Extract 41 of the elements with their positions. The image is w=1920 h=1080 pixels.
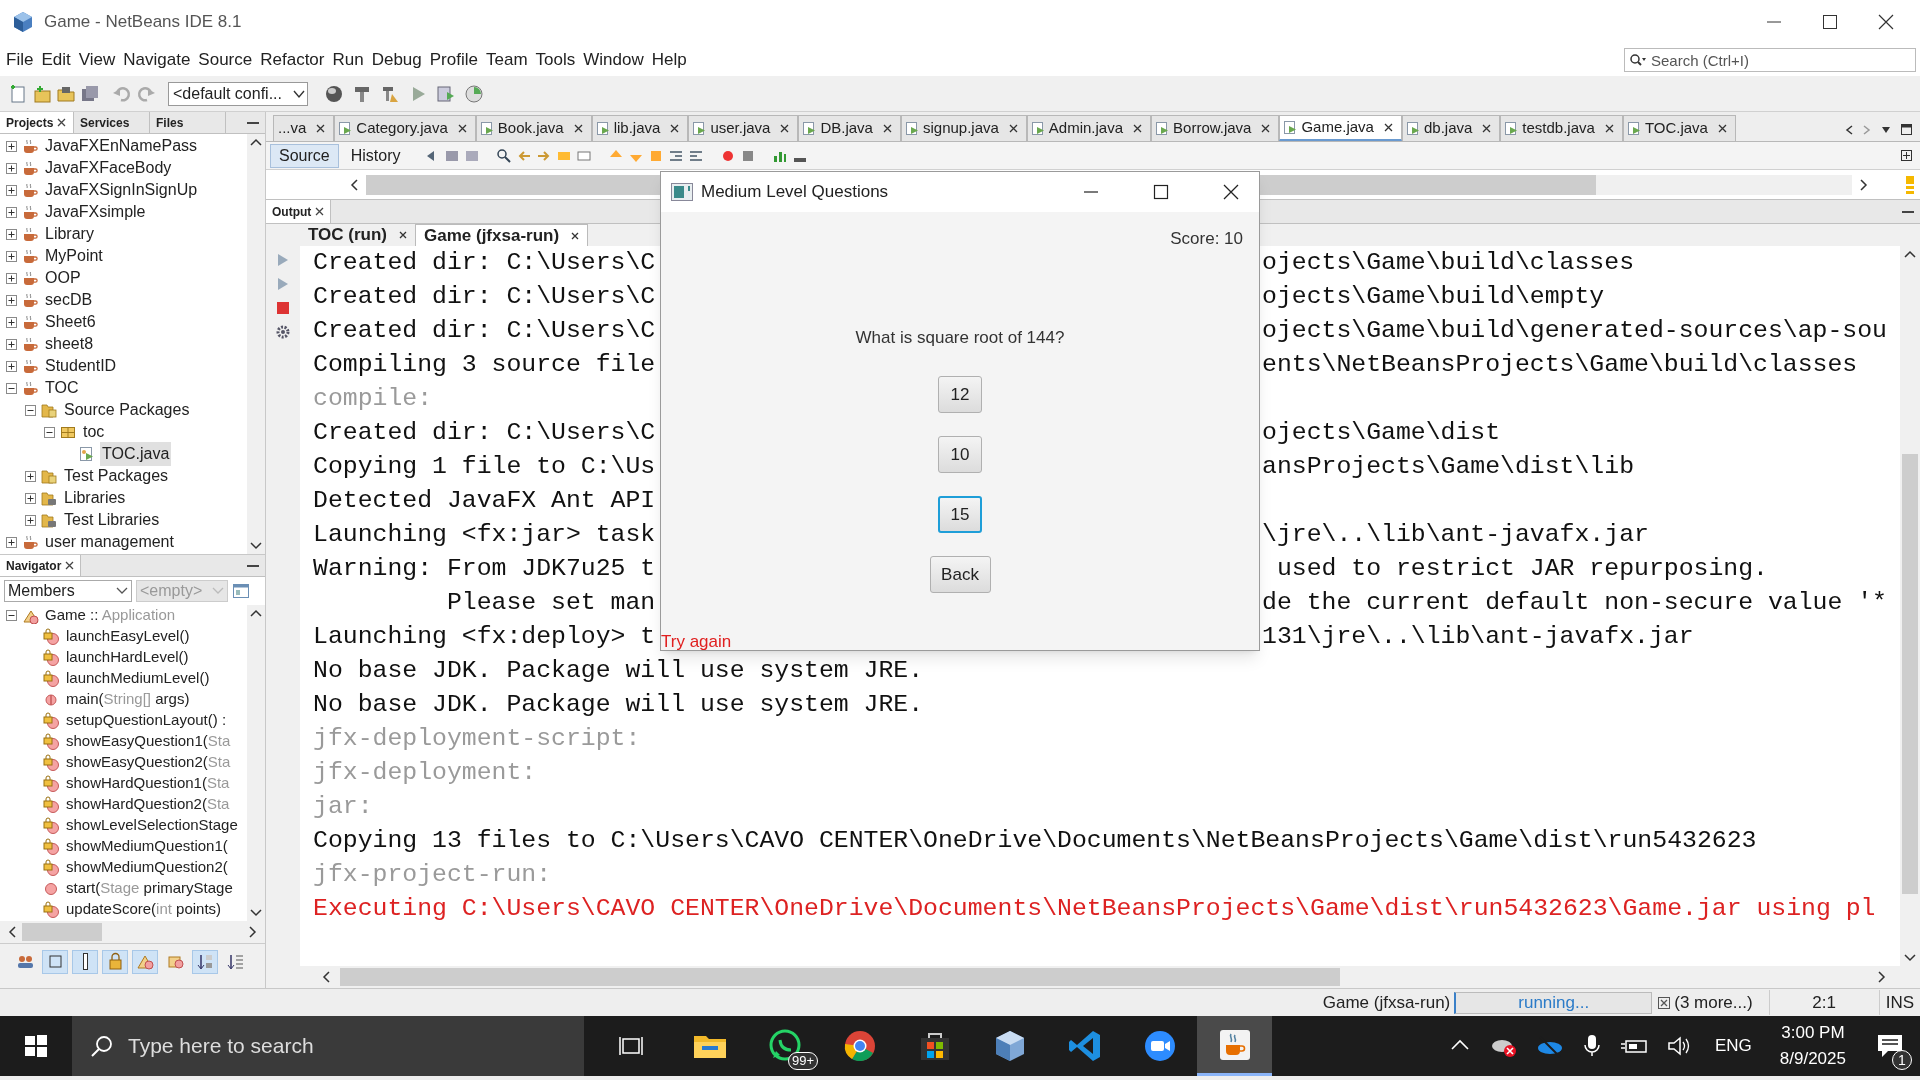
window-title: Medium Level Questions (701, 181, 890, 204)
output-line: Launching <fx:jar> task (313, 520, 656, 549)
output-line: Created dir: C:\Users\C (313, 316, 656, 345)
output-line: ojects\Game\dist (1262, 417, 1501, 449)
output-line: ojects\Game\build\classes (1262, 247, 1634, 279)
output-line: Detected JavaFX Ant API (313, 486, 656, 515)
progress-label: running... (1518, 991, 1590, 1014)
output-line: Created dir: C:\Users\C (313, 248, 656, 277)
caret-position: 2:1 (1769, 989, 1880, 1016)
output-line: No base JDK. Package will use system JRE. (313, 655, 924, 687)
question-text: What is square root of 144? (855, 326, 1065, 349)
output-line: jfx-deployment-script: (313, 723, 641, 755)
output-line: Compiling 3 source file (313, 350, 656, 379)
output-line: ojects\Game\build\generated-sources\ap-sou (1262, 315, 1887, 347)
insert-mode: INS (1884, 991, 1915, 1014)
output-line: de the current default non-secure value '* (1262, 587, 1887, 619)
output-line: used to restrict JAR repurposing. (1275, 553, 1768, 585)
output-line: jfx-deployment: (313, 757, 537, 789)
output-line: Created dir: C:\Users\C (313, 282, 656, 311)
output-line: jfx-project-run: (313, 859, 552, 891)
output-line: Please set man (445, 588, 656, 617)
output-line: ents\NetBeansProjects\Game\build\classes (1262, 349, 1858, 381)
task-label: Game (jfxsa-run) (1322, 991, 1451, 1014)
output-line: Copying 1 file to C:\Us (313, 452, 656, 481)
output-line: compile: (313, 384, 433, 413)
error-message: Try again (661, 633, 732, 650)
output-line: Launching <fx:deploy> t (313, 622, 656, 651)
output-line: Executing C:\Users\CAVO CENTER\OneDrive\Documents\NetBeansProjects\Game\dist\run5432623\Game.jar using pl (313, 893, 1876, 925)
output-line: ojects\Game\build\empty (1262, 281, 1605, 313)
output-line: Warning: From JDK7u25 t (313, 554, 656, 583)
output-line: ansProjects\Game\dist\lib (1262, 451, 1634, 483)
score-label: Score: 10 (1170, 228, 1243, 250)
output-line: No base JDK. Package will use system JRE. (313, 689, 924, 721)
output-line: Copying 13 files to C:\Users\CAVO CENTER\OneDrive\Documents\NetBeansProjects\Game\dist\run5432623 (313, 825, 1757, 857)
output-line: \jre\..\lib\ant-javafx.jar (1262, 519, 1649, 551)
output-line: 131\jre\..\lib\ant-javafx.jar (1262, 621, 1694, 653)
output-line: jar: (313, 791, 373, 823)
notification-count: 1 (1892, 1050, 1912, 1070)
window-title: Game - NetBeans IDE 8.1 (44, 11, 243, 34)
output-line: Created dir: C:\Users\C (313, 418, 656, 447)
notification-badge: 99+ (787, 1052, 818, 1070)
